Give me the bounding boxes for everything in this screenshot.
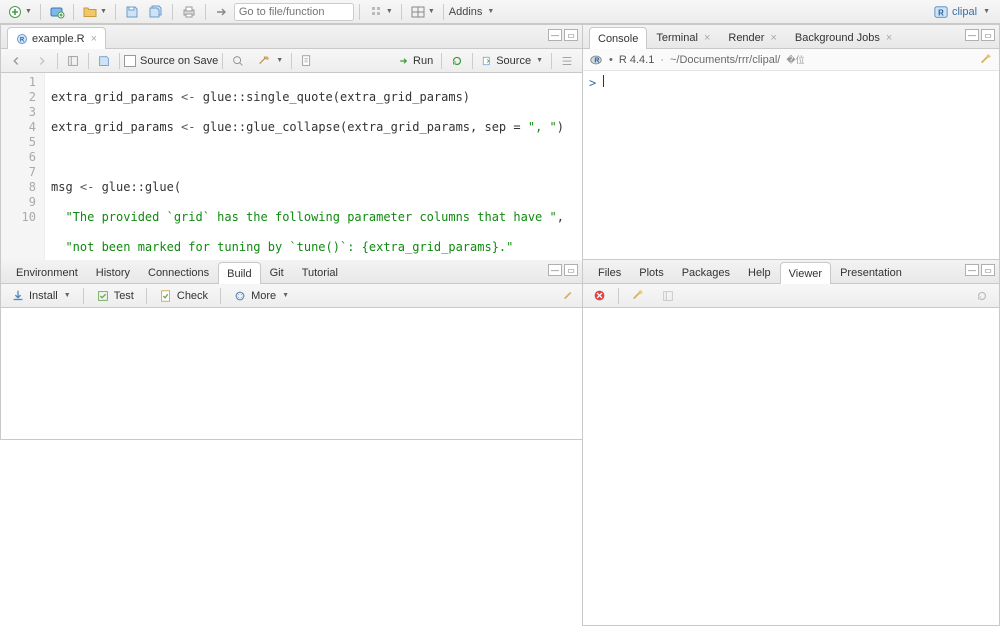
editor-tabstrip: R example.R × — ▭ bbox=[1, 25, 582, 49]
chevron-down-icon: ▼ bbox=[386, 8, 393, 15]
console-body[interactable]: > bbox=[583, 71, 999, 259]
minimize-pane-button[interactable]: — bbox=[965, 264, 979, 276]
console-pane: Console Terminal× Render× Background Job… bbox=[582, 24, 1000, 260]
maximize-pane-button[interactable]: ▭ bbox=[564, 29, 578, 41]
tab-presentation[interactable]: Presentation bbox=[831, 261, 911, 283]
close-icon[interactable]: × bbox=[91, 33, 97, 45]
env-tabstrip: Environment History Connections Build Gi… bbox=[1, 260, 582, 284]
chevron-down-icon: ▼ bbox=[25, 8, 32, 15]
clear-viewer-button[interactable] bbox=[627, 287, 649, 305]
r-version: R 4.4.1 bbox=[619, 54, 654, 66]
back-button[interactable] bbox=[5, 52, 27, 70]
tab-git[interactable]: Git bbox=[261, 261, 293, 283]
tab-background-jobs[interactable]: Background Jobs× bbox=[786, 26, 901, 48]
source-label: Source bbox=[496, 55, 531, 67]
print-button[interactable] bbox=[178, 3, 200, 21]
console-info-bar: R • R 4.4.1 · ~/Documents/rrr/clipal/ �位 bbox=[583, 49, 999, 71]
addins-menu[interactable]: Addins ▼ bbox=[449, 6, 495, 18]
viewer-toolbar bbox=[583, 284, 999, 308]
compile-report-button[interactable] bbox=[296, 52, 318, 70]
close-icon[interactable]: × bbox=[886, 32, 892, 44]
svg-text:R: R bbox=[594, 57, 599, 64]
remove-viewer-button[interactable] bbox=[589, 287, 610, 304]
save-all-button[interactable] bbox=[145, 3, 167, 21]
tab-history[interactable]: History bbox=[87, 261, 139, 283]
main-toolbar: ▼ ▼ ▼ ▼ Addins ▼ R clipal ▼ bbox=[0, 0, 1000, 24]
source-on-save-checkbox[interactable] bbox=[124, 55, 136, 67]
goto-file-input[interactable] bbox=[234, 3, 354, 21]
editor-tab-label: example.R bbox=[32, 33, 85, 45]
svg-text:R: R bbox=[938, 8, 944, 17]
project-name: clipal bbox=[952, 6, 977, 18]
r-logo-icon: R bbox=[589, 53, 603, 67]
console-tabstrip: Console Terminal× Render× Background Job… bbox=[583, 25, 999, 49]
maximize-pane-button[interactable]: ▭ bbox=[981, 264, 995, 276]
build-output bbox=[1, 308, 582, 439]
refresh-viewer-button[interactable] bbox=[971, 287, 993, 305]
test-button[interactable]: Test bbox=[92, 287, 138, 305]
pane-layout-button[interactable]: ▼ bbox=[407, 3, 438, 21]
new-file-button[interactable]: ▼ bbox=[4, 3, 35, 21]
run-button[interactable]: Run bbox=[394, 53, 437, 69]
tab-render[interactable]: Render× bbox=[719, 26, 786, 48]
install-button[interactable]: Install▼ bbox=[7, 287, 75, 305]
viewer-pane: Files Plots Packages Help Viewer Present… bbox=[582, 260, 1000, 626]
minimize-pane-button[interactable]: — bbox=[548, 29, 562, 41]
editor-toolbar: Source on Save ▼ Run Source ▼ bbox=[1, 49, 582, 73]
chevron-down-icon: ▼ bbox=[487, 8, 494, 15]
tab-connections[interactable]: Connections bbox=[139, 261, 218, 283]
outline-button[interactable] bbox=[556, 52, 578, 70]
build-pane: Environment History Connections Build Gi… bbox=[0, 260, 582, 440]
save-file-button[interactable] bbox=[93, 52, 115, 70]
grid-tool-button[interactable]: ▼ bbox=[365, 3, 396, 21]
minimize-pane-button[interactable]: — bbox=[548, 264, 562, 276]
new-project-button[interactable] bbox=[46, 3, 68, 21]
project-menu[interactable]: R clipal ▼ bbox=[934, 5, 996, 19]
session-menu-icon[interactable]: �位 bbox=[786, 53, 804, 66]
chevron-down-icon: ▼ bbox=[428, 8, 435, 15]
close-icon[interactable]: × bbox=[770, 32, 776, 44]
build-toolbar: Install▼ Test Check More▼ bbox=[1, 284, 582, 308]
tab-plots[interactable]: Plots bbox=[630, 261, 672, 283]
tab-terminal[interactable]: Terminal× bbox=[647, 26, 719, 48]
rerun-button[interactable] bbox=[446, 52, 468, 70]
tab-build[interactable]: Build bbox=[218, 262, 260, 284]
tab-packages[interactable]: Packages bbox=[673, 261, 739, 283]
open-file-button[interactable]: ▼ bbox=[79, 3, 110, 21]
run-label: Run bbox=[413, 55, 433, 67]
console-prompt: > bbox=[589, 76, 596, 90]
addins-label: Addins bbox=[449, 6, 483, 18]
more-button[interactable]: More▼ bbox=[229, 287, 293, 305]
tab-tutorial[interactable]: Tutorial bbox=[293, 261, 347, 283]
viewer-body bbox=[583, 308, 999, 625]
tab-viewer[interactable]: Viewer bbox=[780, 262, 831, 284]
viewer-tabstrip: Files Plots Packages Help Viewer Present… bbox=[583, 260, 999, 284]
tab-files[interactable]: Files bbox=[589, 261, 630, 283]
show-in-new-window-button[interactable] bbox=[62, 52, 84, 70]
clear-build-button[interactable] bbox=[562, 289, 576, 303]
open-in-browser-button[interactable] bbox=[657, 287, 679, 305]
editor-tab-example[interactable]: R example.R × bbox=[7, 27, 106, 49]
svg-text:R: R bbox=[20, 37, 25, 43]
tab-help[interactable]: Help bbox=[739, 261, 780, 283]
save-button[interactable] bbox=[121, 3, 143, 21]
check-button[interactable]: Check bbox=[155, 287, 212, 305]
working-dir[interactable]: ~/Documents/rrr/clipal/ bbox=[670, 54, 780, 66]
code-tools-button[interactable]: ▼ bbox=[253, 52, 287, 70]
r-file-icon: R bbox=[16, 33, 28, 45]
chevron-down-icon: ▼ bbox=[100, 8, 107, 15]
forward-button[interactable] bbox=[31, 52, 53, 70]
clear-console-button[interactable] bbox=[979, 53, 993, 67]
close-icon[interactable]: × bbox=[704, 32, 710, 44]
tab-environment[interactable]: Environment bbox=[7, 261, 87, 283]
source-on-save-label: Source on Save bbox=[140, 55, 218, 67]
find-button[interactable] bbox=[227, 52, 249, 70]
maximize-pane-button[interactable]: ▭ bbox=[564, 264, 578, 276]
tab-console[interactable]: Console bbox=[589, 27, 647, 49]
chevron-down-icon: ▼ bbox=[983, 8, 990, 15]
source-button[interactable]: Source ▼ bbox=[477, 53, 547, 69]
goto-icon[interactable] bbox=[211, 3, 232, 21]
maximize-pane-button[interactable]: ▭ bbox=[981, 29, 995, 41]
minimize-pane-button[interactable]: — bbox=[965, 29, 979, 41]
